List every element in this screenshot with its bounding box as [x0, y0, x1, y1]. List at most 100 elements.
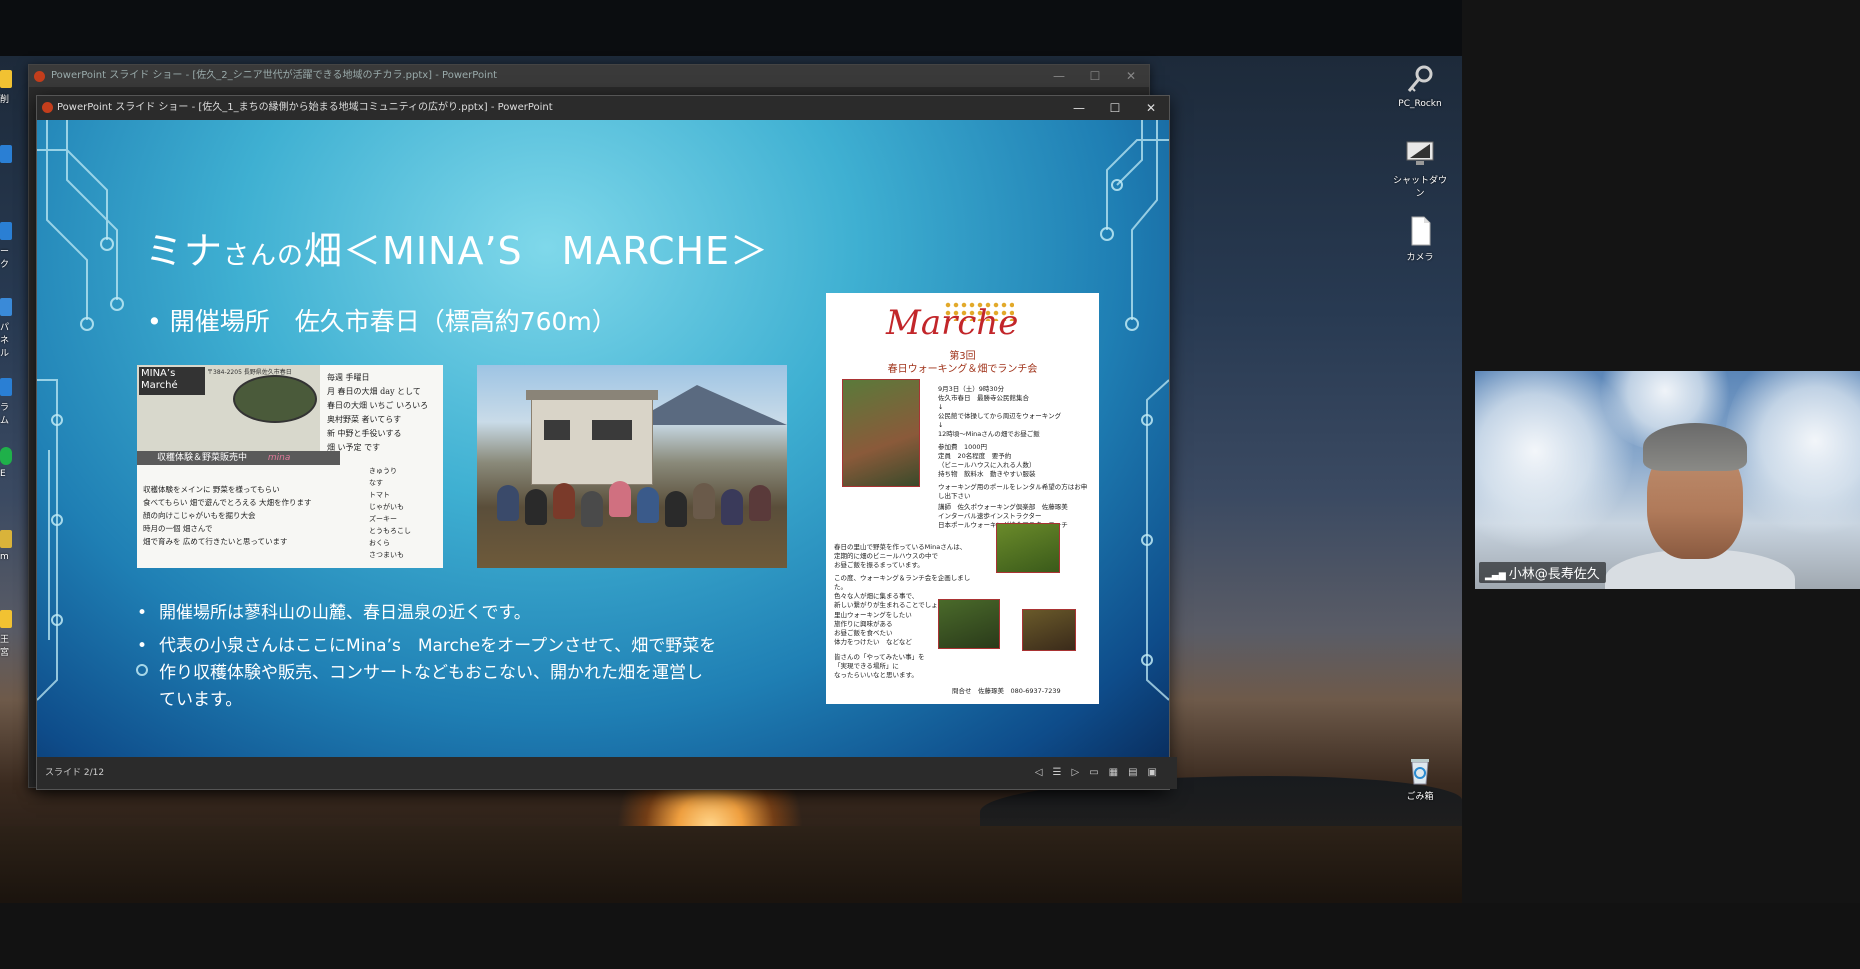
flyer-note: ウォーキング用のポールをレンタル希望の方はお申し出下さい — [938, 483, 1088, 500]
note-line: 顔の向けこじゃがいもを掘り大会 — [143, 511, 256, 520]
window-title: PowerPoint スライド ショー - [佐久_1_まちの縁側から始まる地域… — [57, 102, 553, 113]
wish-line: お昼ご飯を食べたい — [834, 629, 893, 637]
previous-icon[interactable]: ◁ — [1035, 757, 1043, 789]
maximize-button[interactable]: ☐ — [1077, 65, 1113, 87]
desktop-icon-left-4[interactable]: パネル — [0, 298, 16, 359]
maximize-button[interactable]: ☐ — [1097, 96, 1133, 120]
bottom-bar — [0, 903, 1860, 969]
network-icon — [0, 222, 12, 240]
handwritten-paragraph: 収穫体験をメインに 野菜を様ってもらい 食べてもらい 畑で遊んでとろえる 大畑を… — [143, 483, 363, 548]
story-line: 春日の里山で野菜を作っているMinaさんは、 — [834, 543, 967, 551]
flyer-photo — [842, 379, 920, 487]
flyer-photo — [1022, 609, 1076, 651]
veg-item: トマト — [369, 491, 390, 499]
schedule-line: 12時頃～Minaさんの畑でお昼ご飯 — [938, 430, 1040, 438]
note-line: 畑 い予定 です — [327, 443, 381, 452]
fee-line: 持ち物 飲料水 動きやすい服装 — [938, 470, 1036, 478]
flyer-wishes: 里山ウォーキングをしたい 旅作りに興味がある お昼ご飯を食べたい 体力をつけたい… — [834, 611, 934, 647]
desktop-icon-recycle-bin[interactable]: ごみ箱 — [1390, 754, 1450, 802]
closing-line: なったらいいなと思います。 — [834, 671, 918, 679]
participant-name-tag: ▂▄▆ 小林@長寿佐久 — [1479, 562, 1606, 583]
note-line: 月 春日の大畑 day として — [327, 387, 421, 396]
desktop-icon-left-5[interactable]: ラム — [0, 378, 16, 426]
marche-card-photo: MINA’s Marché 〒384-2205 長野県佐久市春日 収穫体験＆野菜… — [137, 365, 443, 568]
desktop-icon-label: ラム — [0, 403, 10, 426]
desktop-icon-left-7[interactable]: m — [0, 530, 16, 562]
veg-item: とうもろこし — [369, 527, 411, 535]
flyer-photo — [938, 599, 1000, 649]
flyer-contact: 問合せ 佐藤琢美 080-6937-7239 — [952, 687, 1061, 695]
wish-line: 旅作りに興味がある — [834, 620, 893, 628]
minimize-button[interactable]: — — [1061, 96, 1097, 120]
schedule-line: ↓ — [938, 403, 944, 411]
note-line: 収穫体験をメインに 野菜を様ってもらい — [143, 485, 280, 494]
signature: mina — [267, 453, 291, 463]
flyer-photo — [996, 523, 1060, 573]
event-flyer: Marche 第3回 春日ウォーキング＆畑でランチ会 9月3日（土）9時30分 … — [826, 293, 1099, 704]
veg-item: おくら — [369, 539, 390, 547]
next-icon[interactable]: ▷ — [1071, 757, 1079, 789]
flyer-schedule: 9月3日（土）9時30分 佐久市春日 最勝寺公民館集合 ↓ 公民館で体操してから… — [938, 385, 1098, 439]
schedule-line: 9月3日（土）9時30分 — [938, 385, 1005, 393]
slide-subtitle: • 開催場所 佐久市春日（標高約760m） — [147, 307, 617, 336]
file-icon — [1411, 216, 1431, 246]
title-honorific: さんの — [223, 241, 305, 271]
reading-view-icon[interactable]: ▤ — [1128, 757, 1137, 789]
veg-item: じゃがいも — [369, 503, 404, 511]
slide-counter: スライド 2/12 — [45, 768, 105, 778]
slideshow-icon[interactable]: ▣ — [1148, 757, 1157, 789]
note-line: 食べてもらい 畑で遊んでとろえる 大畑を作ります — [143, 498, 312, 507]
desktop-icon-label: 王宮 — [0, 635, 10, 658]
flyer-logo: Marche — [886, 303, 1019, 343]
handwritten-notes: 毎週 手曜日 月 春日の大畑 day として 春日の大畑 いちご いろいろ 奥村… — [327, 371, 441, 455]
wish-line: 体力をつけたい などなど — [834, 638, 912, 646]
desktop-icon-camera[interactable]: カメラ — [1390, 215, 1450, 263]
program-icon — [0, 378, 12, 396]
veg-item: ズーキー — [369, 515, 397, 523]
address: 〒384-2205 長野県佐久市春日 — [207, 369, 292, 376]
harvest-banner-label: 収穫体験＆野菜販売中 — [157, 453, 248, 463]
closing-line: 「実現できる場所」に — [834, 662, 899, 670]
video-participant-tile[interactable]: ▂▄▆ 小林@長寿佐久 — [1475, 371, 1860, 589]
desktop-icon-label: ーク — [0, 247, 10, 270]
zoom-app-icon — [0, 530, 12, 548]
story-line: 定期的に畑のビニールハウスの中で — [834, 552, 938, 560]
desktop-icon-label: シャットダウン — [1392, 176, 1447, 199]
title-bar[interactable]: PowerPoint スライド ショー - [佐久_1_まちの縁側から始まる地域… — [37, 96, 1169, 120]
desktop-icon-label: パネル — [0, 323, 10, 359]
title-bar[interactable]: PowerPoint スライド ショー - [佐久_2_シニア世代が活躍できる地… — [29, 65, 1149, 87]
story-line: お昼ご飯を振るまっています。 — [834, 561, 924, 569]
desktop-icon-left-6[interactable]: E — [0, 447, 16, 479]
desktop-icon-pc-rockn[interactable]: PC_Rockn — [1390, 64, 1450, 109]
harvest-banner: 収穫体験＆野菜販売中 mina — [137, 451, 340, 465]
powerpoint-window-front[interactable]: PowerPoint スライド ショー - [佐久_1_まちの縁側から始まる地域… — [36, 95, 1177, 790]
veg-item: きゅうり — [369, 467, 397, 475]
desktop-icon-shutdown[interactable]: シャットダウン — [1390, 138, 1450, 199]
desktop-icon-label: E — [0, 469, 6, 479]
wish-line: 里山ウォーキングをしたい — [834, 611, 912, 619]
menu-icon[interactable]: ☰ — [1053, 757, 1062, 789]
note-line: 時月の一個 畑さんで — [143, 524, 213, 533]
bullet-item: 代表の小泉さんはここにMina’s Marcheをオープンさせて、畑で野菜を作り… — [137, 633, 717, 714]
slide-canvas[interactable]: ミナさんの畑＜MINA’S MARCHE＞ • 開催場所 佐久市春日（標高約76… — [37, 120, 1169, 757]
desktop-icon-left-8[interactable]: 王宮 — [0, 610, 16, 658]
note-line: 春日の大畑 いちご いろいろ — [327, 401, 429, 410]
bullet-item: 開催場所は蓼科山の山麓、春日温泉の近くです。 — [137, 600, 717, 627]
normal-view-icon[interactable]: ▭ — [1089, 757, 1098, 789]
folder-icon — [0, 70, 12, 88]
desktop-icon-left-1[interactable]: 削 — [0, 70, 16, 105]
minimize-button[interactable]: — — [1041, 65, 1077, 87]
wallpaper-lake — [0, 826, 1462, 903]
window-title: PowerPoint スライド ショー - [佐久_2_シニア世代が活躍できる地… — [51, 70, 498, 81]
close-button[interactable]: ✕ — [1113, 65, 1149, 87]
signal-bars-icon: ▂▄▆ — [1485, 571, 1506, 581]
fee-line: （ビニールハウスに入れる人数） — [938, 461, 1036, 469]
note-line: 畑で育みを 広めて行きたいと思っています — [143, 537, 288, 546]
desktop-icon-left-3[interactable]: ーク — [0, 222, 16, 270]
slide-sorter-icon[interactable]: ▦ — [1109, 757, 1118, 789]
close-button[interactable]: ✕ — [1133, 96, 1169, 120]
desktop-icon-left-2[interactable] — [0, 145, 16, 167]
house-window — [592, 420, 632, 440]
story-line: この度、ウォーキング＆ランチ会を企画しました。 — [834, 574, 971, 591]
shutdown-icon — [1406, 141, 1434, 165]
